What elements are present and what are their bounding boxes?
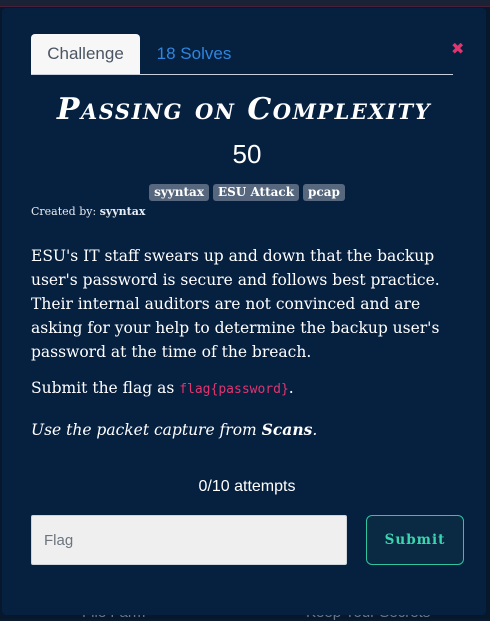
flag-input[interactable] [31, 515, 347, 565]
hint-prefix: Use the packet capture from [31, 421, 262, 439]
tag-badge: syyntax [149, 184, 209, 201]
challenge-points: 50 [232, 139, 262, 169]
flag-format-prefix: Submit the flag as [31, 379, 180, 397]
hint-suffix: . [312, 421, 318, 439]
challenge-title: Passing on Complexity [56, 92, 432, 127]
challenge-hint: Use the packet capture from Scans. [31, 420, 317, 439]
backdrop-navbar [0, 0, 490, 7]
hint-source: Scans [261, 420, 313, 439]
challenge-tags: syyntax ESU Attack pcap [2, 184, 486, 201]
flag-format-suffix: . [288, 379, 294, 397]
challenge-description: ESU's IT staff swears up and down that t… [31, 247, 440, 361]
flag-format-code: flag{password} [179, 382, 289, 397]
tab-challenge[interactable]: Challenge [31, 34, 140, 74]
attempts-counter: 0/10 attempts [198, 478, 296, 495]
created-by-label: Created by: [31, 205, 97, 218]
tag-badge: pcap [303, 184, 345, 201]
tag-badge: ESU Attack [212, 184, 300, 201]
modal-tabs: Challenge 18 Solves [31, 34, 453, 75]
flag-format-instructions: Submit the flag as flag{password}. [31, 379, 294, 397]
close-icon[interactable]: ✖ [451, 41, 465, 57]
tab-solves[interactable]: 18 Solves [144, 34, 244, 74]
created-by: Created by: syyntax [31, 205, 145, 218]
submit-button[interactable]: Submit [366, 515, 464, 565]
author-name: syyntax [99, 205, 146, 218]
challenge-modal: Challenge 18 Solves ✖ Passing on Complex… [2, 8, 486, 615]
